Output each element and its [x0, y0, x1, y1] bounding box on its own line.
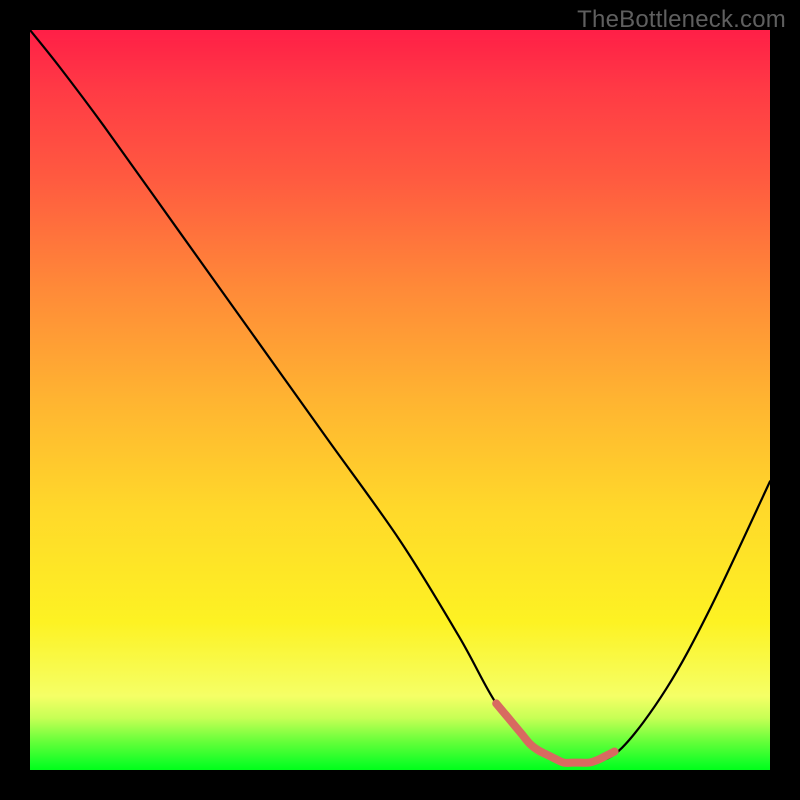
bottleneck-curve-line [30, 30, 770, 764]
chart-container: TheBottleneck.com [0, 0, 800, 800]
curve-svg [30, 30, 770, 770]
plot-area [30, 30, 770, 770]
optimal-zone-highlight [496, 703, 614, 762]
watermark-text: TheBottleneck.com [577, 6, 786, 34]
